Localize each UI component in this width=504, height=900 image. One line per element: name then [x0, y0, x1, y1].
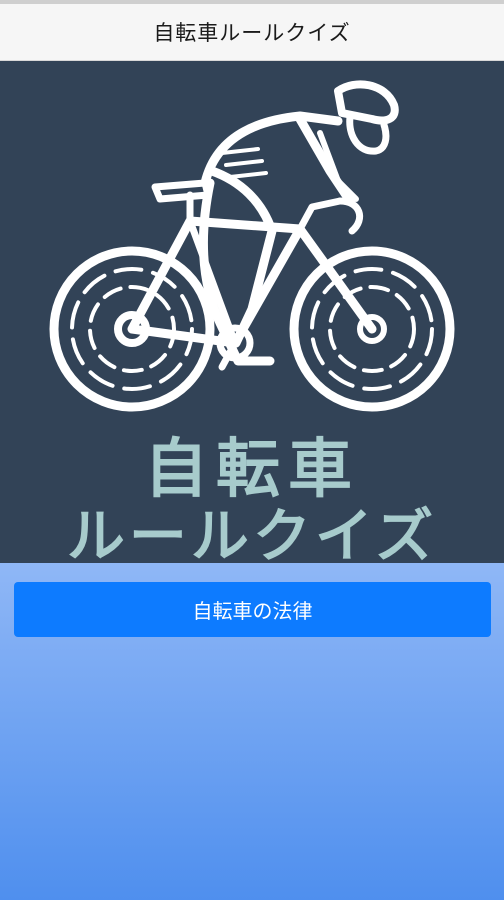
bicycle-law-button[interactable]: 自転車の法律 — [14, 582, 491, 637]
logo-title-line2: ルールクイズ — [66, 502, 438, 563]
menu-area: 自転車の法律 — [0, 563, 504, 900]
page-title: 自転車ルールクイズ — [153, 21, 351, 45]
app-header: 自転車ルールクイズ — [0, 4, 504, 61]
hero-banner: 自転車 ルールクイズ — [0, 61, 504, 563]
